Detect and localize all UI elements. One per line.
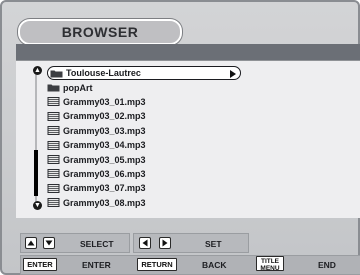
set-label: SET [205, 239, 222, 249]
select-label: SELECT [80, 239, 114, 249]
list-item-label: Grammy03_02.mp3 [63, 111, 146, 122]
list-item-file[interactable]: Grammy03_07.mp3 [47, 181, 297, 195]
right-arrow-icon[interactable] [159, 237, 171, 249]
folder-icon [50, 70, 63, 78]
audio-file-icon [47, 111, 60, 121]
list-item-file[interactable]: Grammy03_06.mp3 [47, 167, 297, 181]
audio-file-icon [47, 97, 60, 107]
list-item-label: Grammy03_06.mp3 [63, 168, 146, 179]
button-guide-footer: SELECT SET ENTER ENTER RETURN BACK TITLE… [16, 229, 360, 275]
enter-key[interactable]: ENTER [23, 258, 57, 271]
play-arrow-icon [230, 69, 236, 78]
return-key[interactable]: RETURN [137, 258, 177, 271]
list-item-label: popArt [63, 82, 93, 93]
browser-title-pill: BROWSER [18, 19, 182, 45]
list-item-label: Grammy03_07.mp3 [63, 183, 146, 194]
enter-label: ENTER [82, 260, 111, 270]
list-item-file[interactable]: Grammy03_08.mp3 [47, 196, 297, 210]
list-item-file[interactable]: Grammy03_04.mp3 [47, 138, 297, 152]
end-label: END [318, 260, 336, 270]
list-item-label: Grammy03_05.mp3 [63, 154, 146, 165]
list-item-label: Grammy03_03.mp3 [63, 125, 146, 136]
title-menu-key-line2: MENU [260, 264, 280, 272]
list-item-folder[interactable]: Toulouse-Lautrec [47, 66, 241, 81]
page-title: BROWSER [61, 24, 139, 40]
list-item-label: Grammy03_01.mp3 [63, 96, 146, 107]
title-menu-key[interactable]: TITLE MENU [256, 256, 284, 272]
file-list: Toulouse-Lautrec popArt Grammy03_01.mp3 … [47, 66, 297, 210]
list-item-file[interactable]: Grammy03_02.mp3 [47, 109, 297, 123]
scroll-down-icon[interactable]: ▼ [33, 201, 42, 210]
up-arrow-icon[interactable] [25, 237, 37, 249]
folder-icon [47, 84, 60, 92]
audio-file-icon [47, 155, 60, 165]
audio-file-icon [47, 198, 60, 208]
list-item-file[interactable]: Grammy03_03.mp3 [47, 124, 297, 138]
audio-file-icon [47, 169, 60, 179]
list-item-folder[interactable]: popArt [47, 80, 297, 94]
action-guide [20, 255, 360, 275]
back-label: BACK [202, 260, 227, 270]
header-band [16, 44, 360, 60]
audio-file-icon [47, 183, 60, 193]
list-item-label: Toulouse-Lautrec [66, 68, 141, 79]
scroll-up-icon[interactable]: ▲ [33, 66, 42, 75]
list-item-label: Grammy03_08.mp3 [63, 197, 146, 208]
title-menu-key-line1: TITLE [260, 257, 280, 265]
list-item-file[interactable]: Grammy03_05.mp3 [47, 152, 297, 166]
scrollbar-thumb[interactable] [34, 150, 38, 196]
audio-file-icon [47, 126, 60, 136]
list-item-file[interactable]: Grammy03_01.mp3 [47, 95, 297, 109]
audio-file-icon [47, 140, 60, 150]
list-item-label: Grammy03_04.mp3 [63, 140, 146, 151]
down-arrow-icon[interactable] [43, 237, 55, 249]
left-arrow-icon[interactable] [139, 237, 151, 249]
